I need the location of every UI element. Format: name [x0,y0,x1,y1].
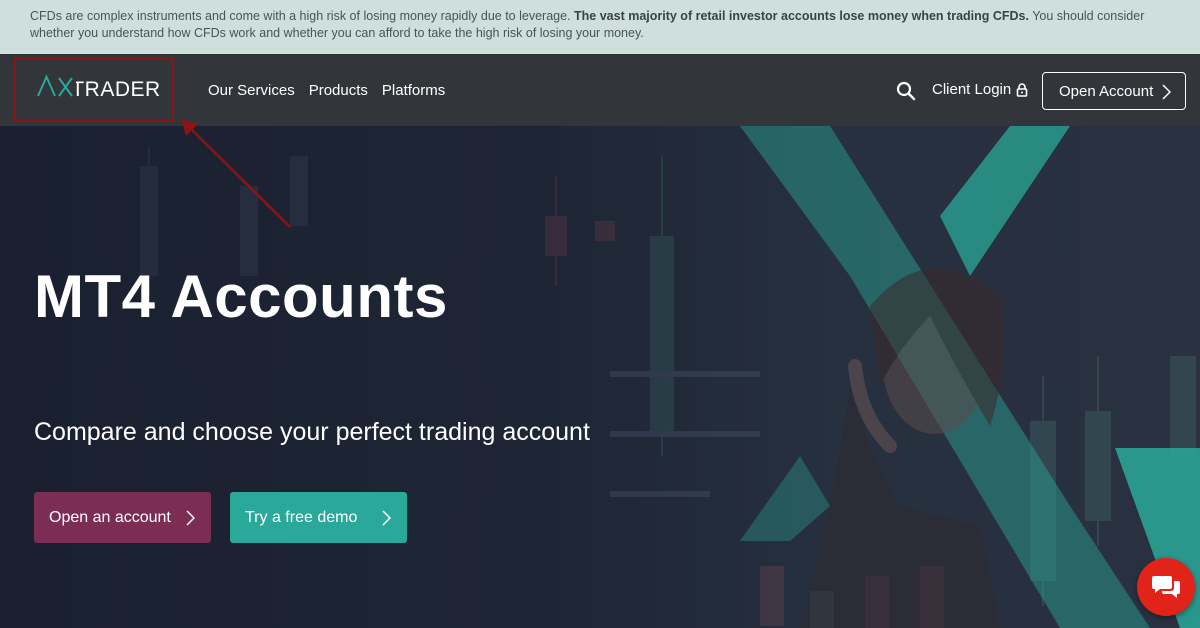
risk-warning-text: CFDs are complex instruments and come wi… [30,9,575,23]
chevron-right-icon [1162,84,1171,100]
client-login-link[interactable]: Client Login [932,81,1028,98]
chevron-right-icon [186,510,195,526]
hero-background-image [140,126,1200,628]
client-login-label: Client Login [932,81,1012,98]
chat-button[interactable] [1137,558,1195,616]
navbar: AXITRADER Our Services Products Platform… [0,54,1200,126]
chat-icon [1152,576,1180,598]
hero-subtitle: Compare and choose your perfect trading … [34,418,590,446]
risk-warning-bar: CFDs are complex instruments and come wi… [0,0,1200,54]
axitrader-logo: AXITRADER [36,74,160,101]
logo-highlight-box[interactable]: AXITRADER [14,57,174,121]
main-nav: Our Services Products Platforms [208,54,459,126]
open-an-account-label: Open an account [49,508,171,526]
chevron-right-icon [382,510,391,526]
hero-title: MT4 Accounts [34,263,448,330]
hero-section: MT4 Accounts Compare and choose your per… [0,126,1200,628]
nav-our-services[interactable]: Our Services [208,82,295,99]
open-an-account-button[interactable]: Open an account [34,492,211,543]
nav-platforms[interactable]: Platforms [382,82,445,99]
open-account-label: Open Account [1059,82,1154,100]
try-free-demo-label: Try a free demo [245,508,358,526]
try-free-demo-button[interactable]: Try a free demo [230,492,407,543]
open-account-button[interactable]: Open Account [1042,72,1186,110]
lock-icon [1016,82,1028,97]
nav-products[interactable]: Products [309,82,368,99]
risk-warning-bold: The vast majority of retail investor acc… [574,9,1029,23]
search-icon[interactable] [895,80,917,102]
